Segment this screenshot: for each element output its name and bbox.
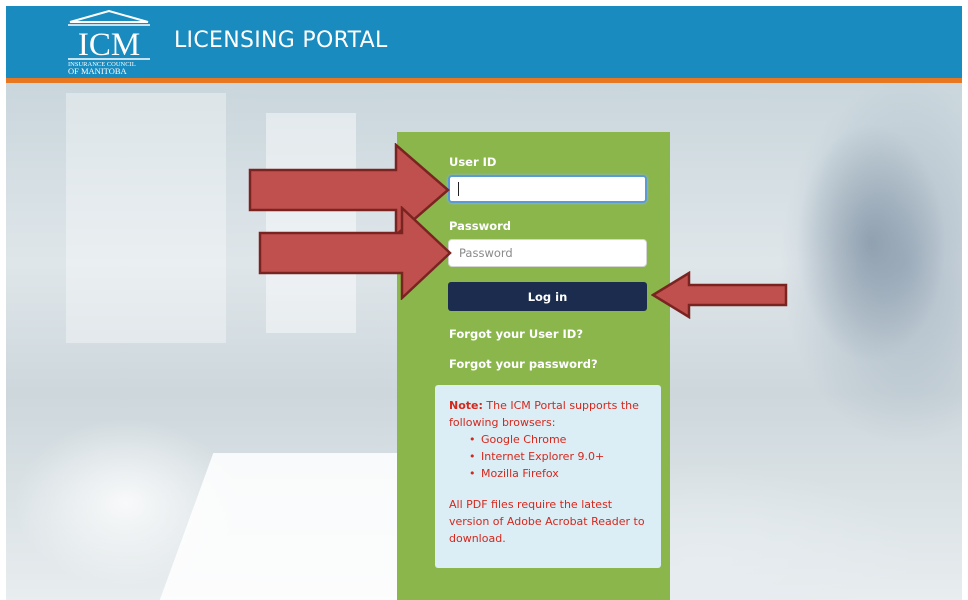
logo-acronym: ICM [78, 27, 140, 63]
logo-line-2: OF MANITOBA [68, 66, 128, 76]
note-prefix: Note: [449, 399, 483, 412]
password-input[interactable] [448, 239, 647, 267]
pdf-notice: All PDF files require the latest version… [449, 498, 645, 545]
password-label: Password [449, 219, 511, 233]
portal-header: ICM INSURANCE COUNCIL OF MANITOBA LICENS… [6, 6, 962, 78]
forgot-password-link[interactable]: Forgot your password? [449, 357, 598, 371]
arrow-left-icon [651, 271, 788, 319]
list-item: Mozilla Firefox [469, 465, 647, 482]
page-title: LICENSING PORTAL [174, 28, 388, 53]
login-button[interactable]: Log in [448, 282, 647, 311]
text-cursor [458, 182, 459, 196]
list-item: Internet Explorer 9.0+ [469, 448, 647, 465]
background-window [66, 93, 226, 343]
forgot-user-id-link[interactable]: Forgot your User ID? [449, 327, 583, 341]
user-id-label: User ID [449, 155, 497, 169]
user-id-input[interactable] [448, 175, 647, 203]
note-intro: Note: The ICM Portal supports the follow… [449, 397, 647, 431]
icm-logo[interactable]: ICM INSURANCE COUNCIL OF MANITOBA [64, 10, 154, 76]
arrow-right-icon [258, 206, 452, 300]
browser-support-note: Note: The ICM Portal supports the follow… [435, 385, 661, 568]
list-item: Google Chrome [469, 431, 647, 448]
background-person [796, 123, 946, 363]
browser-list: Google Chrome Internet Explorer 9.0+ Moz… [449, 431, 647, 482]
